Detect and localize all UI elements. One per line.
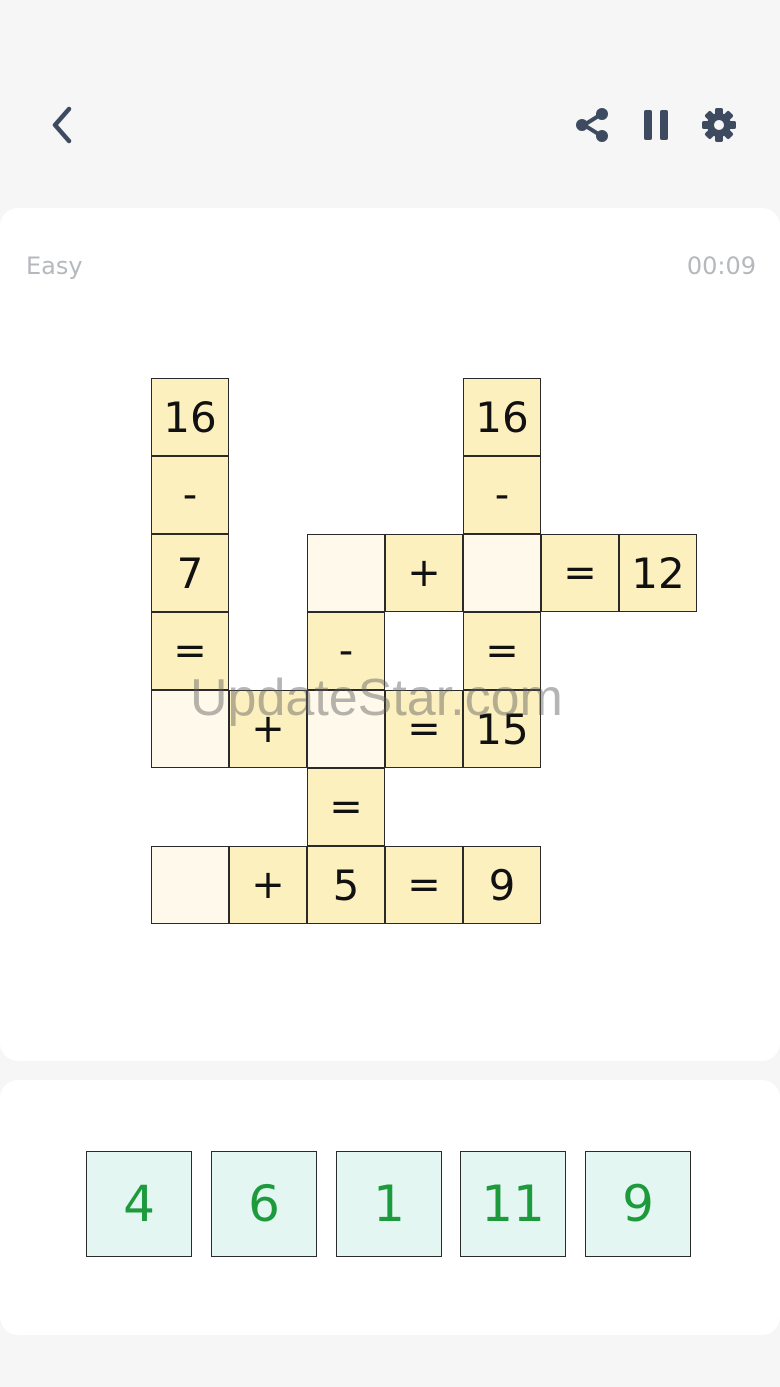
empty-grid-cell[interactable] [151, 846, 229, 924]
back-button[interactable] [36, 99, 88, 151]
number-tile[interactable]: 9 [585, 1151, 691, 1257]
operator-cell: - [463, 456, 541, 534]
number-tile[interactable]: 11 [460, 1151, 566, 1257]
operator-cell: = [463, 612, 541, 690]
operator-cell: - [307, 612, 385, 690]
number-cell: 9 [463, 846, 541, 924]
operator-cell: = [541, 534, 619, 612]
number-cell: 12 [619, 534, 697, 612]
operator-cell: + [229, 846, 307, 924]
operator-cell: = [385, 690, 463, 768]
number-cell: 16 [463, 378, 541, 456]
difficulty-label: Easy [26, 252, 83, 280]
empty-grid-cell[interactable] [307, 534, 385, 612]
settings-button[interactable] [693, 99, 745, 151]
pause-icon [644, 110, 668, 140]
top-toolbar [0, 0, 780, 205]
number-tile[interactable]: 6 [211, 1151, 317, 1257]
share-icon [576, 108, 608, 142]
pause-button[interactable] [630, 99, 682, 151]
operator-cell: + [229, 690, 307, 768]
number-tile[interactable]: 1 [336, 1151, 442, 1257]
number-cell: 7 [151, 534, 229, 612]
number-cell: 5 [307, 846, 385, 924]
gear-icon [702, 108, 736, 142]
number-cell: 16 [151, 378, 229, 456]
operator-cell: = [151, 612, 229, 690]
operator-cell: + [385, 534, 463, 612]
empty-grid-cell[interactable] [463, 534, 541, 612]
share-button[interactable] [566, 99, 618, 151]
operator-cell: = [385, 846, 463, 924]
puzzle-board-card [0, 208, 780, 1061]
operator-cell: = [307, 768, 385, 846]
number-tile[interactable]: 4 [86, 1151, 192, 1257]
operator-cell: - [151, 456, 229, 534]
empty-grid-cell[interactable] [307, 690, 385, 768]
empty-grid-cell[interactable] [151, 690, 229, 768]
number-cell: 15 [463, 690, 541, 768]
game-timer: 00:09 [686, 252, 756, 280]
chevron-left-icon [52, 106, 72, 144]
